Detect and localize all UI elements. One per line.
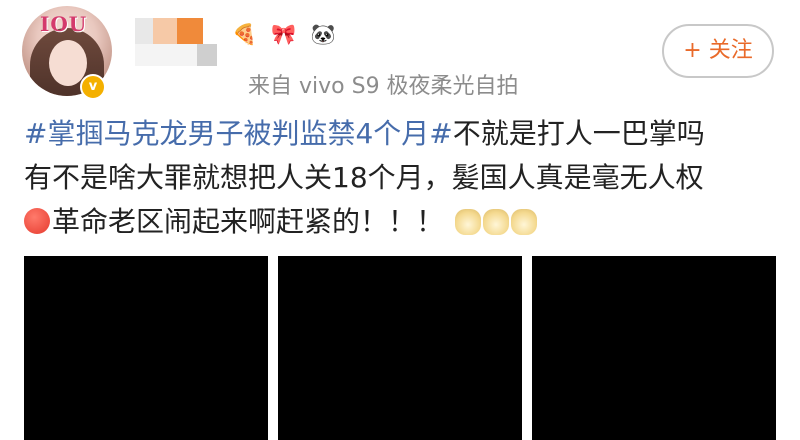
doge-icon bbox=[482, 209, 509, 235]
angry-face-icon bbox=[24, 208, 50, 234]
doge-icon bbox=[510, 209, 537, 235]
weibo-post: IOU v 🍕 🎀 🐼 来自 vivo S9 极夜柔光自拍 + 关注 #掌掴马克… bbox=[0, 0, 800, 440]
follow-button[interactable]: + 关注 bbox=[662, 24, 774, 78]
post-text-3: 革命老区闹起来啊赶紧的！！！ bbox=[52, 205, 445, 238]
pizza-icon: 🍕 bbox=[232, 22, 257, 46]
bow-icon: 🎀 bbox=[271, 22, 297, 46]
post-line-3: 革命老区闹起来啊赶紧的！！！ bbox=[24, 200, 784, 244]
post-line-2: 有不是啥大罪就想把人关18个月，髪国人真是毫无人权 bbox=[24, 161, 704, 194]
verified-badge-icon: v bbox=[80, 74, 106, 100]
mosaic-block bbox=[135, 44, 197, 66]
panda-icon: 🐼 bbox=[310, 22, 336, 46]
mosaic-block bbox=[197, 44, 217, 66]
post-image-3[interactable] bbox=[532, 256, 776, 440]
doge-icon bbox=[454, 209, 481, 235]
post-line-1: #掌掴马克龙男子被判监禁4个月#不就是打人一巴掌吗 bbox=[24, 112, 784, 156]
post-image-2[interactable] bbox=[278, 256, 522, 440]
mosaic-block bbox=[135, 18, 153, 44]
post-text-1: 不就是打人一巴掌吗 bbox=[452, 117, 705, 150]
avatar-iou-text: IOU bbox=[40, 12, 88, 36]
image-grid bbox=[24, 256, 776, 440]
topic-link[interactable]: #掌掴马克龙男子被判监禁4个月# bbox=[24, 117, 453, 150]
mosaic-block bbox=[153, 18, 177, 44]
username-censored[interactable] bbox=[135, 18, 217, 66]
post-image-1[interactable] bbox=[24, 256, 268, 440]
post-source: 来自 vivo S9 极夜柔光自拍 bbox=[248, 74, 519, 99]
post-content: #掌掴马克龙男子被判监禁4个月#不就是打人一巴掌吗 有不是啥大罪就想把人关18个… bbox=[24, 112, 784, 244]
header-emoji-row: 🍕 🎀 🐼 bbox=[232, 22, 343, 46]
mosaic-block bbox=[177, 18, 203, 44]
